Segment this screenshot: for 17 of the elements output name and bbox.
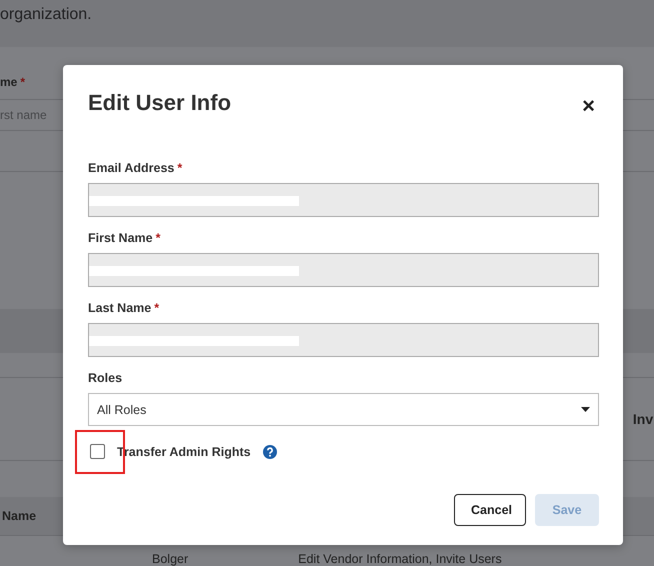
column-header: Invi [632,410,654,427]
field-label: Email Address * [88,161,184,175]
field-label: First Name * [88,231,162,245]
close-button[interactable]: × [578,95,599,117]
cancel-button[interactable]: Cancel [454,494,526,526]
help-icon[interactable] [262,444,277,458]
intro-text: organization. [0,6,92,24]
checkbox[interactable] [90,444,105,459]
field-label: Last Name * [88,301,160,315]
table-cell: Edit Vendor Information, Invite Users [298,552,502,566]
field-label: me * [0,74,26,89]
table-cell: Bolger [152,552,188,566]
dialog-title: Edit User Info [88,90,232,116]
column-header: Name [2,508,36,523]
field-label: Roles [88,371,124,385]
caret-icon [581,407,590,412]
roles-dropdown[interactable]: All Roles [88,393,599,426]
